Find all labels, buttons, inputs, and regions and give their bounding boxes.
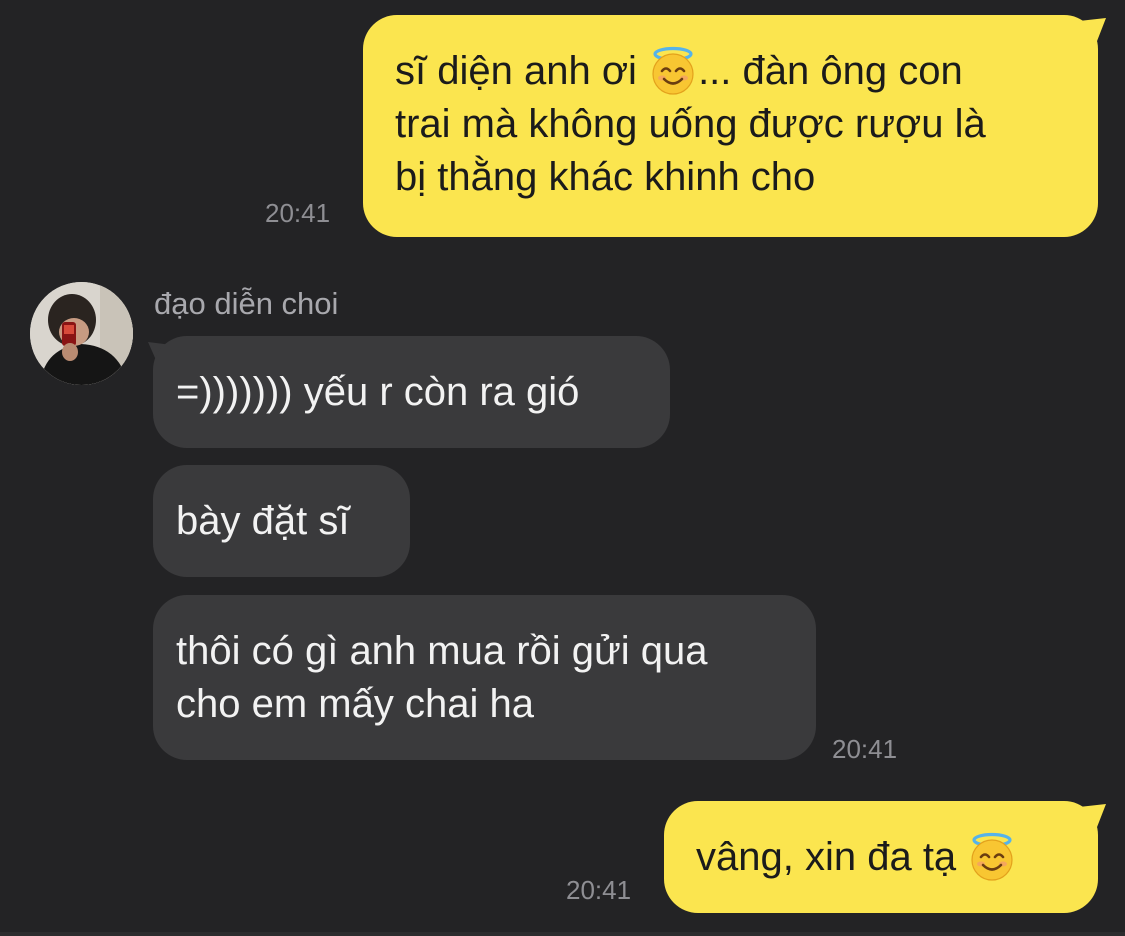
smiling-face-with-halo-icon: [648, 46, 698, 96]
message-line: thôi có gì anh mua rồi gửi qua: [176, 629, 708, 673]
contact-avatar[interactable]: [30, 282, 133, 385]
sender-name: đạo diễn choi: [154, 286, 339, 321]
avatar-photo: [30, 282, 133, 385]
message-line: vâng, xin đa tạ: [696, 831, 1066, 884]
outgoing-message-bubble[interactable]: vâng, xin đa tạ: [664, 801, 1098, 913]
outgoing-message-bubble[interactable]: sĩ diện anh ơi ... đàn ông con trai mà k…: [363, 15, 1098, 237]
message-line: cho em mấy chai ha: [176, 682, 534, 726]
message-line: bị thằng khác khinh cho: [395, 155, 816, 199]
message-line: =))))))) yếu r còn ra gió: [176, 370, 580, 414]
message-line: sĩ diện anh ơi ... đàn ông con: [395, 45, 1066, 98]
message-timestamp: 20:41: [265, 198, 331, 228]
message-line: trai mà không uống được rượu là: [395, 102, 986, 146]
incoming-message-bubble[interactable]: thôi có gì anh mua rồi gửi qua cho em mấ…: [153, 595, 816, 760]
message-timestamp: 20:41: [566, 875, 632, 905]
incoming-message-bubble[interactable]: bày đặt sĩ: [153, 465, 410, 577]
bottom-divider: [0, 932, 1125, 936]
incoming-message-bubble[interactable]: =))))))) yếu r còn ra gió: [153, 336, 670, 448]
message-line: bày đặt sĩ: [176, 499, 350, 543]
smiling-face-with-halo-icon: [967, 832, 1017, 882]
message-timestamp: 20:41: [832, 734, 898, 764]
